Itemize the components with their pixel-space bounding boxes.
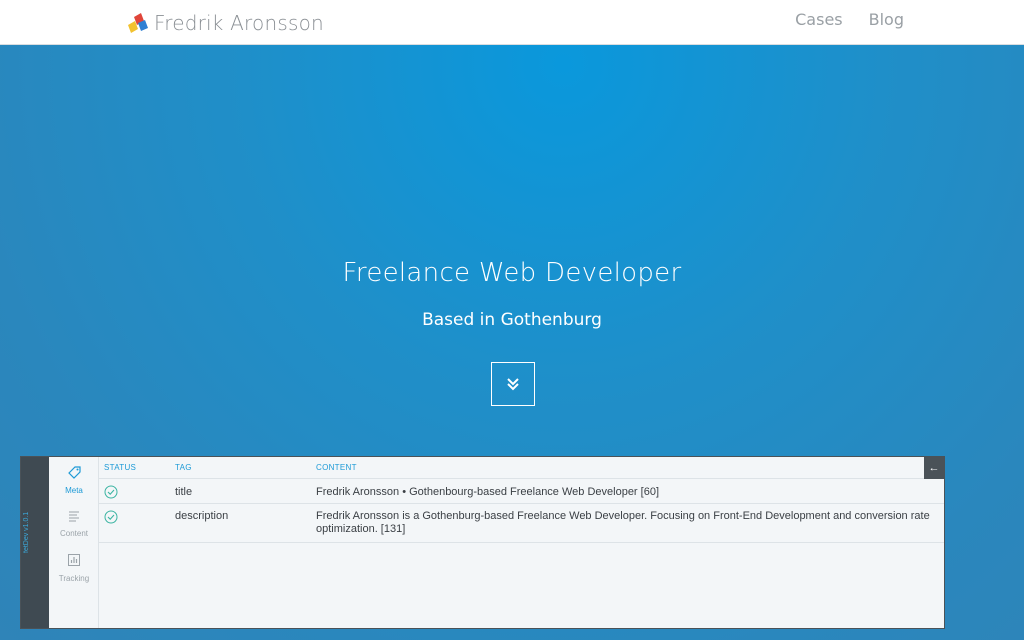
panel-sidebar: Meta Content Tracking (49, 457, 99, 628)
main-nav: Cases Blog (795, 10, 904, 29)
scroll-down-button[interactable] (491, 362, 535, 406)
collapse-panel-button[interactable]: ← (924, 457, 944, 479)
brand-link[interactable]: Fredrik Aronsson (126, 8, 324, 38)
check-circle-icon (104, 510, 118, 524)
column-header-content: CONTENT (316, 463, 357, 472)
text-lines-icon (69, 511, 79, 522)
panel-rail: fetDev v1.0.1 (21, 457, 49, 628)
brand-name: Fredrik Aronsson (154, 11, 324, 35)
nav-blog-link[interactable]: Blog (869, 10, 904, 29)
tab-meta-label: Meta (65, 486, 83, 495)
tab-tracking[interactable]: Tracking (49, 553, 99, 583)
double-chevron-down-icon (507, 378, 519, 391)
table-header: STATUS TAG CONTENT ← (99, 457, 944, 479)
row-content: Fredrik Aronsson is a Gothenburg-based F… (316, 510, 930, 535)
tab-content[interactable]: Content (49, 509, 99, 538)
panel-version-label: fetDev v1.0.1 (23, 511, 30, 553)
meta-table: STATUS TAG CONTENT ← title Fredrik Arons… (99, 457, 944, 628)
row-content: Fredrik Aronsson • Gothenbourg-based Fre… (316, 486, 660, 498)
column-header-status: STATUS (104, 463, 137, 472)
hero-subtitle: Based in Gothenburg (422, 310, 602, 330)
hero-title: Freelance Web Developer (342, 258, 682, 288)
tab-tracking-label: Tracking (58, 574, 90, 583)
nav-cases-link[interactable]: Cases (795, 10, 843, 29)
seo-dev-panel: fetDev v1.0.1 Meta Content Tracking STAT… (20, 456, 945, 629)
tab-meta[interactable]: Meta (49, 465, 99, 495)
tab-content-label: Content (59, 529, 89, 538)
table-row: description Fredrik Aronsson is a Gothen… (99, 504, 944, 543)
colored-blocks-logo-icon (128, 13, 148, 33)
row-tag: description (175, 510, 229, 522)
column-header-tag: TAG (175, 463, 192, 472)
arrow-left-icon: ← (928, 462, 940, 474)
table-row: title Fredrik Aronsson • Gothenbourg-bas… (99, 479, 944, 504)
row-tag: title (175, 486, 193, 498)
check-circle-icon (104, 485, 118, 499)
tag-icon (68, 466, 81, 479)
top-navbar: Fredrik Aronsson Cases Blog (0, 0, 1024, 45)
bar-chart-icon (68, 554, 80, 566)
